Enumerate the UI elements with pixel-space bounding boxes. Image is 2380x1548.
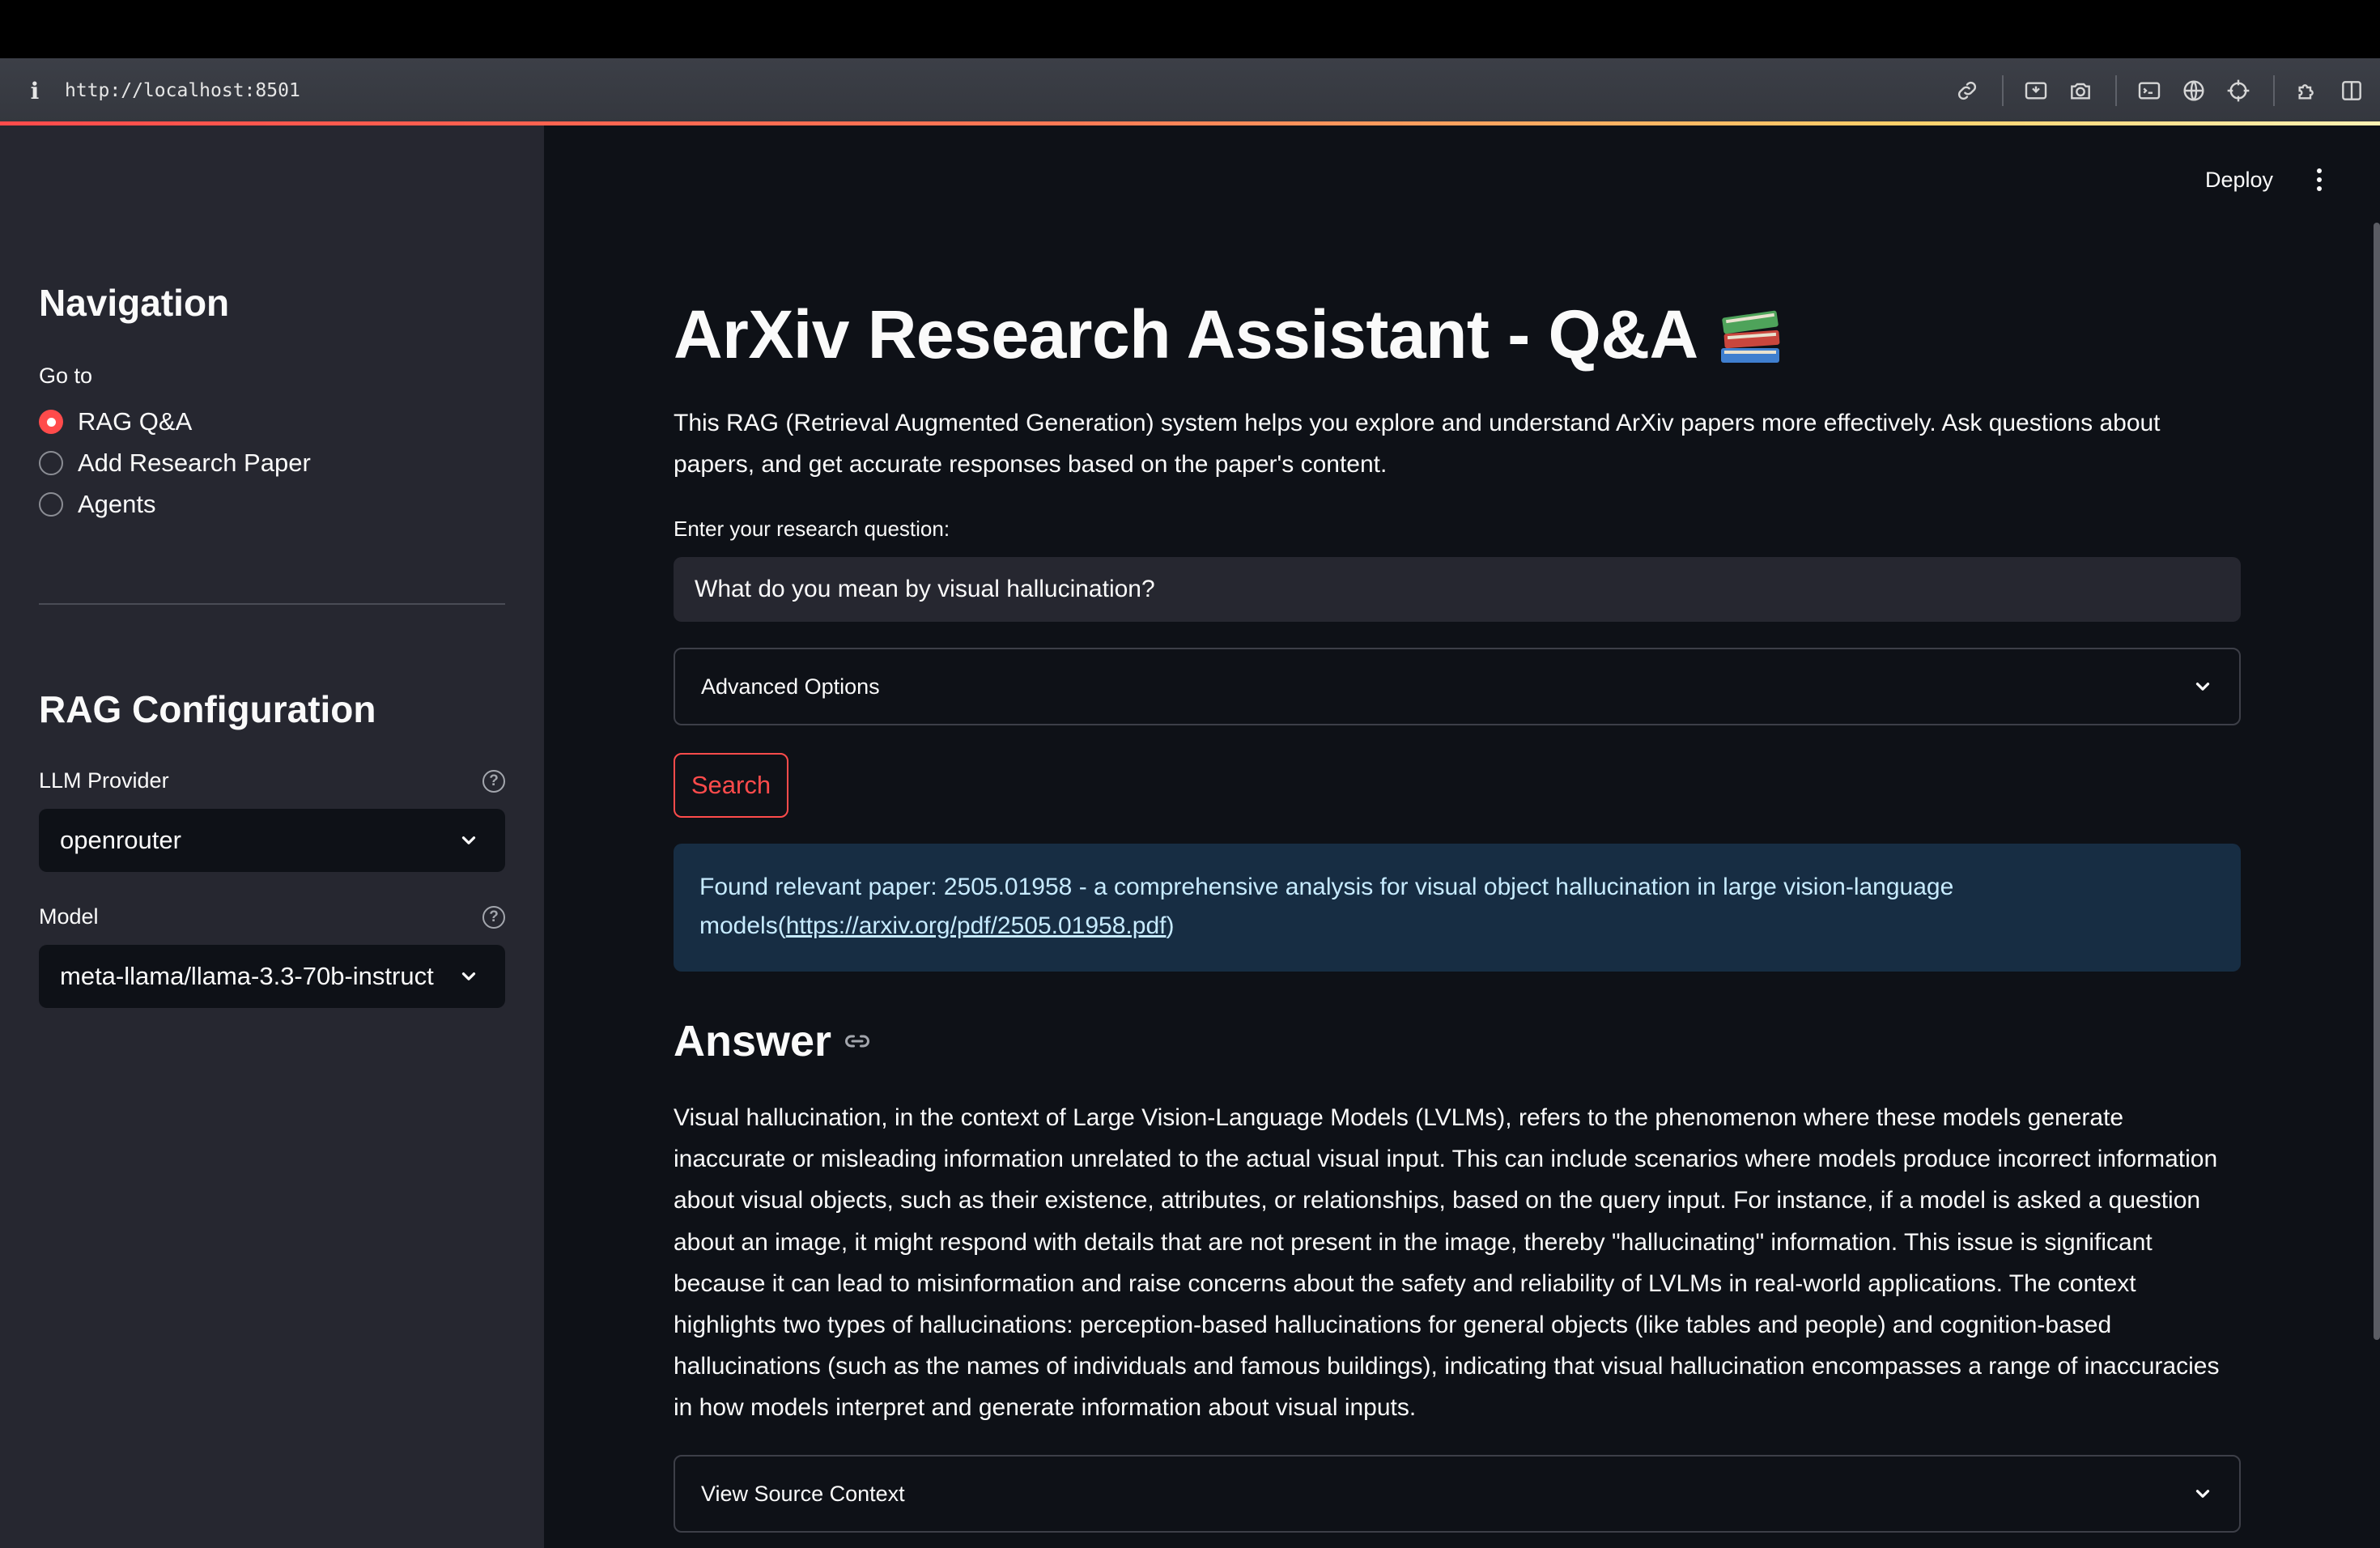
radio-unselected-icon[interactable] <box>39 451 63 475</box>
globe-icon[interactable] <box>2178 74 2210 107</box>
llm-provider-select[interactable]: openrouter <box>39 809 505 872</box>
model-value: meta-llama/llama-3.3-70b-instruct <box>60 962 434 990</box>
advanced-options-label: Advanced Options <box>701 674 880 699</box>
found-paper-close: ) <box>1166 912 1175 939</box>
answer-heading-text: Answer <box>674 1017 832 1065</box>
intro-text: This RAG (Retrieval Augmented Generation… <box>674 410 2161 478</box>
help-icon[interactable]: ? <box>482 906 505 929</box>
link-icon[interactable] <box>1951 74 1983 107</box>
nav-option-label: RAG Q&A <box>78 407 193 436</box>
paper-pdf-link[interactable]: https://arxiv.org/pdf/2505.01958.pdf <box>786 912 1167 939</box>
answer-text: Visual hallucination, in the context of … <box>674 1104 2220 1422</box>
question-label: Enter your research question: <box>674 517 950 541</box>
view-source-context-expander[interactable]: View Source Context <box>674 1455 2241 1533</box>
answer-heading: Answer <box>674 1016 2241 1066</box>
sidebar: Navigation Go to RAG Q&A Add Research Pa… <box>0 125 544 1548</box>
crosshair-icon[interactable] <box>2222 74 2255 107</box>
split-view-icon[interactable] <box>2335 74 2368 107</box>
site-info-icon[interactable]: i <box>26 78 44 104</box>
chevron-down-icon <box>461 972 476 980</box>
llm-provider-label: LLM Provider <box>39 768 169 793</box>
deploy-button[interactable]: Deploy <box>2205 168 2273 193</box>
browser-url-bar: i http://localhost:8501 <box>0 58 2380 123</box>
chevron-down-icon <box>2195 1490 2210 1498</box>
radio-selected-icon[interactable] <box>39 410 63 434</box>
screen-capture-icon[interactable] <box>2020 74 2052 107</box>
main-menu-icon[interactable] <box>2315 166 2323 193</box>
nav-option-rag-qa[interactable]: RAG Q&A <box>39 407 192 436</box>
goto-label: Go to <box>39 364 93 388</box>
browser-toolbar <box>1951 58 2380 123</box>
search-button[interactable]: Search <box>674 753 788 818</box>
help-icon[interactable]: ? <box>482 770 505 793</box>
model-select[interactable]: meta-llama/llama-3.3-70b-instruct <box>39 945 505 1008</box>
books-icon <box>1716 301 1784 369</box>
url-text[interactable]: http://localhost:8501 <box>65 80 300 101</box>
page-title-text: ArXiv Research Assistant - Q&A <box>674 296 1698 372</box>
model-label: Model <box>39 904 99 929</box>
anchor-link-icon[interactable] <box>843 1027 872 1056</box>
found-paper-alert: Found relevant paper: 2505.01958 - a com… <box>674 844 2241 972</box>
camera-icon[interactable] <box>2064 74 2097 107</box>
question-input[interactable]: What do you mean by visual hallucination… <box>674 557 2241 622</box>
advanced-options-expander[interactable]: Advanced Options <box>674 648 2241 725</box>
scrollbar[interactable] <box>2374 223 2380 1340</box>
chevron-down-icon <box>2195 683 2210 691</box>
page-title: ArXiv Research Assistant - Q&A <box>674 296 2241 374</box>
nav-option-label: Add Research Paper <box>78 449 311 477</box>
rag-config-title: RAG Configuration <box>39 688 376 730</box>
nav-option-agents[interactable]: Agents <box>39 490 156 519</box>
nav-option-label: Agents <box>78 490 156 518</box>
toolbar-divider <box>2115 75 2117 106</box>
radio-unselected-icon[interactable] <box>39 492 63 517</box>
toolbar-divider <box>2273 75 2275 106</box>
chevron-down-icon <box>461 836 476 844</box>
sidebar-nav-title: Navigation <box>39 282 230 324</box>
view-source-context-label: View Source Context <box>701 1481 905 1506</box>
llm-provider-value: openrouter <box>60 826 181 854</box>
toolbar-divider <box>2002 75 2004 106</box>
main-content: Deploy ArXiv Research Assistant - Q&A Th… <box>544 125 2380 1548</box>
terminal-icon[interactable] <box>2133 74 2165 107</box>
sidebar-divider <box>39 603 505 605</box>
nav-option-add-research-paper[interactable]: Add Research Paper <box>39 449 311 478</box>
extension-icon[interactable] <box>2291 74 2323 107</box>
window-top-band <box>0 0 2380 58</box>
